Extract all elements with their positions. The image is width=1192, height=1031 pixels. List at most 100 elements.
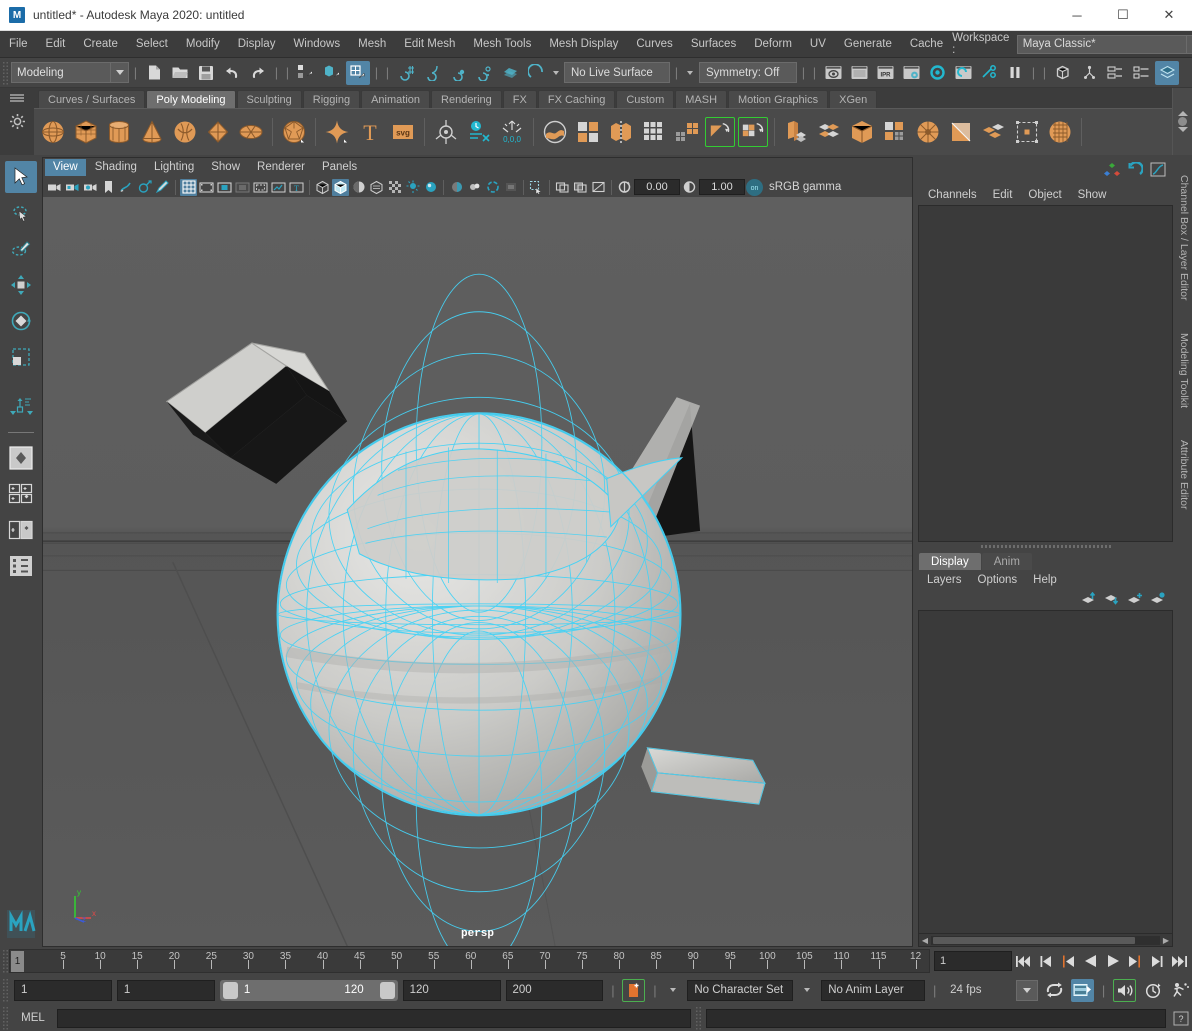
exposure-value[interactable]: 0.00 [634, 179, 680, 195]
pause-render-icon[interactable] [1003, 61, 1027, 85]
shelf-tab-sculpting[interactable]: Sculpting [236, 90, 302, 108]
shelf-tab-menu-icon[interactable] [9, 92, 25, 106]
auto-keyframe-icon[interactable] [622, 978, 646, 1002]
fps-field[interactable]: 24 fps [944, 980, 1016, 1001]
separate-icon[interactable] [606, 117, 636, 147]
menu-cache[interactable]: Cache [901, 31, 952, 58]
channel-box-content[interactable] [918, 205, 1173, 542]
animation-preferences-icon[interactable] [1141, 979, 1164, 1002]
render-sequence-icon[interactable] [847, 61, 871, 85]
grease-pencil-icon[interactable] [154, 179, 171, 196]
menu-mesh-display[interactable]: Mesh Display [540, 31, 627, 58]
anim-layer-dropdown-arrow[interactable] [798, 988, 816, 992]
layer-list[interactable]: ◀ ▶ [918, 610, 1173, 947]
fps-dropdown-arrow[interactable] [1016, 979, 1039, 1001]
safe-action-icon[interactable] [270, 179, 287, 196]
anim-layer-field[interactable]: No Anim Layer [821, 979, 926, 1001]
chamfer-vertex-icon[interactable] [979, 117, 1009, 147]
menu-select[interactable]: Select [127, 31, 177, 58]
multisample-icon[interactable] [466, 179, 483, 196]
select-camera-icon[interactable] [46, 179, 63, 196]
view-transform-label[interactable]: sRGB gamma [769, 181, 841, 193]
viewport-menu-lighting[interactable]: Lighting [146, 159, 202, 176]
poly-sphere-icon[interactable] [38, 117, 68, 147]
snap-align-objects-icon[interactable] [5, 391, 37, 423]
menu-generate[interactable]: Generate [835, 31, 901, 58]
grid-icon[interactable] [180, 178, 197, 196]
bevel-icon[interactable] [814, 117, 844, 147]
command-output[interactable] [706, 1008, 1166, 1028]
layer-menu-help[interactable]: Help [1025, 571, 1065, 589]
snap-to-curve-icon[interactable] [420, 61, 444, 85]
channel-box-menu-object[interactable]: Object [1021, 186, 1068, 204]
persp-viewport[interactable]: y x z persp [43, 197, 912, 946]
layer-list-scrollbar[interactable]: ◀ ▶ [919, 933, 1172, 946]
shelf-scroll-controls[interactable] [1172, 88, 1192, 155]
symmetry-field[interactable]: Symmetry: Off [699, 62, 797, 83]
shelf-scroll-thumb[interactable] [1178, 117, 1187, 126]
channel-box-menu-edit[interactable]: Edit [986, 186, 1020, 204]
boolean-icon[interactable] [540, 117, 570, 147]
undo-icon[interactable] [220, 61, 244, 85]
channel-box-menu-show[interactable]: Show [1071, 186, 1114, 204]
gate-mask-icon[interactable] [234, 179, 251, 196]
move-layer-up-icon[interactable] [1081, 591, 1097, 608]
shelf-tab-curves-surfaces[interactable]: Curves / Surfaces [38, 90, 146, 108]
transform-component-icon[interactable] [1012, 117, 1042, 147]
paint-select-tool[interactable] [5, 233, 37, 265]
shelf-tab-rendering[interactable]: Rendering [431, 90, 502, 108]
render-current-frame-icon[interactable] [821, 61, 845, 85]
layer-tab-display[interactable]: Display [919, 553, 981, 570]
scroll-left-icon[interactable]: ◀ [919, 934, 931, 946]
gamma-icon[interactable] [681, 179, 698, 196]
range-slider-right-handle[interactable] [379, 981, 395, 999]
symmetrize-icon[interactable] [738, 117, 768, 147]
go-to-end-icon[interactable] [1169, 952, 1188, 971]
menu-surfaces[interactable]: Surfaces [682, 31, 745, 58]
wireframe-icon[interactable] [314, 179, 331, 196]
film-gate-icon[interactable] [198, 179, 215, 196]
close-button[interactable]: ✕ [1146, 0, 1192, 31]
poly-cylinder-icon[interactable] [104, 117, 134, 147]
menu-modify[interactable]: Modify [177, 31, 229, 58]
viewport-menu-view[interactable]: View [45, 159, 86, 176]
maximize-button[interactable]: ☐ [1100, 0, 1146, 31]
shelf-scroll-up-icon[interactable] [1177, 111, 1188, 116]
vertical-tab-attribute-editor[interactable]: Attribute Editor [1178, 432, 1190, 517]
color-management-toggle-icon[interactable] [484, 179, 501, 196]
render-view-icon[interactable] [951, 61, 975, 85]
shaded-wireframe-icon[interactable] [350, 179, 367, 196]
safe-title-icon[interactable]: T [288, 179, 305, 196]
show-graph-editor-icon[interactable] [1150, 162, 1166, 180]
open-scene-icon[interactable] [168, 61, 192, 85]
select-tool[interactable] [5, 161, 37, 193]
viewport-menu-panels[interactable]: Panels [314, 159, 365, 176]
step-forward-keyframe-icon[interactable] [1147, 952, 1166, 971]
menu-edit[interactable]: Edit [37, 31, 75, 58]
vertical-tab-modeling-toolkit[interactable]: Modeling Toolkit [1178, 325, 1190, 416]
poly-platonic-icon[interactable] [279, 117, 309, 147]
menuset-selector[interactable]: Modeling [11, 62, 111, 83]
quick-layout-single-icon[interactable] [5, 442, 37, 474]
last-tool-used[interactable] [5, 377, 37, 387]
poly-svg-icon[interactable]: svg [388, 117, 418, 147]
panel-splitter[interactable] [915, 542, 1176, 551]
help-icon[interactable]: ? [1170, 1008, 1192, 1028]
lock-camera-icon[interactable] [64, 179, 81, 196]
symmetry-dropdown-arrow[interactable] [683, 70, 697, 75]
motion-blur-icon[interactable] [448, 179, 465, 196]
poly-type-icon[interactable]: T [355, 117, 385, 147]
menu-edit-mesh[interactable]: Edit Mesh [395, 31, 464, 58]
channel-box-icon[interactable] [1155, 60, 1179, 85]
scroll-track[interactable] [931, 935, 1160, 945]
shadows-icon[interactable] [404, 179, 421, 196]
poly-plane-icon[interactable] [203, 117, 233, 147]
workspace-field[interactable]: Maya Classic* [1016, 34, 1187, 54]
append-polygon-icon[interactable] [880, 117, 910, 147]
xray-icon[interactable] [554, 179, 571, 196]
show-attribute-editor-icon[interactable] [1127, 161, 1144, 180]
create-layer-from-selected-icon[interactable] [1150, 592, 1166, 608]
audio-toggle-icon[interactable] [1113, 978, 1137, 1002]
viewport-menu-shading[interactable]: Shading [87, 159, 145, 176]
smooth-icon[interactable] [639, 117, 669, 147]
